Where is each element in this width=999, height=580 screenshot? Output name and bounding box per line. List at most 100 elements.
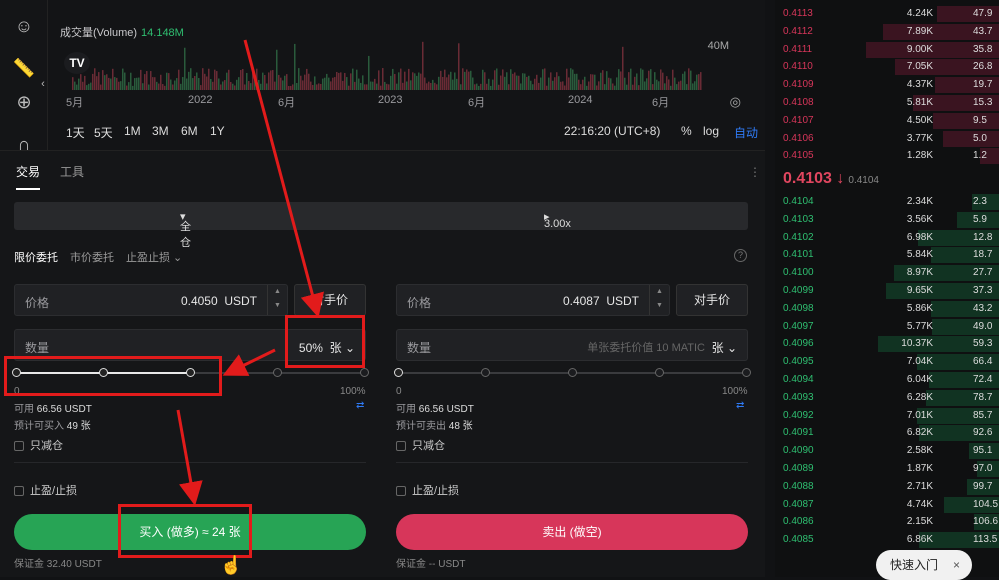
buy-counter-price-button[interactable]: 对手价: [294, 284, 366, 316]
ask-price: 0.4107: [783, 114, 814, 126]
quick-entry-button[interactable]: 快速入门 ×: [876, 550, 972, 580]
ask-row[interactable]: 0.4106 3.77K 5.0: [775, 130, 999, 148]
ask-price: 0.4110: [783, 61, 813, 73]
slider-stop[interactable]: [568, 368, 577, 377]
sell-available: 可用 66.56 USDT: [396, 404, 474, 415]
margin-mode-selector[interactable]: 全仓 ▾: [180, 210, 191, 249]
leverage-selector[interactable]: 3.00x ▸: [544, 210, 571, 230]
bid-row[interactable]: 0.4091 6.82K 92.6: [775, 424, 999, 442]
bid-row[interactable]: 0.4102 6.98K 12.8: [775, 229, 999, 247]
sell-margin: 保证金 -- USDT: [396, 559, 466, 570]
chart-option[interactable]: 自动: [734, 124, 758, 141]
collapse-icon[interactable]: ‹: [38, 72, 48, 96]
range-option[interactable]: 3M: [152, 124, 169, 138]
sell-reduce-only-checkbox[interactable]: 只减仓: [396, 437, 445, 453]
slider-stop[interactable]: [360, 368, 369, 377]
sell-price-input[interactable]: 价格 0.4087 USDT ▲ ▼: [396, 284, 670, 316]
bid-amount: 10.37K: [901, 338, 933, 350]
bid-amount: 6.82K: [906, 427, 933, 439]
tab-market-order[interactable]: 市价委托: [70, 249, 114, 265]
close-icon[interactable]: ×: [953, 550, 960, 580]
ask-row[interactable]: 0.4109 4.37K 19.7: [775, 76, 999, 94]
bid-price: 0.4086: [783, 516, 814, 528]
bid-total: 113.5: [973, 534, 998, 546]
tab-trade[interactable]: 交易: [16, 163, 41, 190]
slider-stop[interactable]: [273, 368, 282, 377]
ask-price: 0.4106: [783, 132, 814, 144]
buy-available: 可用 66.56 USDT: [14, 404, 92, 415]
buy-reduce-only-checkbox[interactable]: 只减仓: [14, 437, 63, 453]
bid-row[interactable]: 0.4088 2.71K 99.7: [775, 478, 999, 496]
swap-icon[interactable]: ⇄: [356, 400, 364, 411]
ask-amount: 9.00K: [906, 43, 933, 55]
price-stepper[interactable]: ▲ ▼: [267, 285, 287, 315]
sell-quantity-input[interactable]: 数量 单张委托价值 10 MATIC 张 ⌄: [396, 329, 748, 361]
bid-amount: 7.01K: [906, 409, 933, 421]
bid-total: 59.3: [973, 338, 993, 350]
sell-counter-price-button[interactable]: 对手价: [676, 284, 748, 316]
ask-row[interactable]: 0.4105 1.28K 1.2: [775, 147, 999, 165]
bid-row[interactable]: 0.4086 2.15K 106.6: [775, 513, 999, 531]
chart-option[interactable]: log: [703, 124, 719, 138]
ask-row[interactable]: 0.4108 5.81K 15.3: [775, 94, 999, 112]
tab-limit-order[interactable]: 限价委托: [14, 249, 58, 265]
tab-tools[interactable]: 工具: [60, 163, 84, 190]
ask-row[interactable]: 0.4111 9.00K 35.8: [775, 41, 999, 59]
bid-row[interactable]: 0.4097 5.77K 49.0: [775, 318, 999, 336]
chart-settings-icon[interactable]: ◎: [730, 94, 741, 110]
slider-stop[interactable]: [655, 368, 664, 377]
bid-row[interactable]: 0.4100 8.97K 27.7: [775, 264, 999, 282]
bid-row[interactable]: 0.4090 2.58K 95.1: [775, 442, 999, 460]
ruler-icon[interactable]: 📏: [12, 56, 36, 80]
tab-tp-sl-order[interactable]: 止盈止损 ⌄: [126, 249, 182, 265]
slider-stop[interactable]: [394, 368, 403, 377]
ask-row[interactable]: 0.4110 7.05K 26.8: [775, 58, 999, 76]
bid-row[interactable]: 0.4089 1.87K 97.0: [775, 460, 999, 478]
ask-row[interactable]: 0.4112 7.89K 43.7: [775, 23, 999, 41]
range-option[interactable]: 1天: [66, 124, 85, 141]
ask-row[interactable]: 0.4113 4.24K 47.9: [775, 5, 999, 23]
bid-row[interactable]: 0.4098 5.86K 43.2: [775, 300, 999, 318]
bid-price: 0.4103: [783, 213, 814, 225]
range-option[interactable]: 5天: [94, 124, 113, 141]
time-axis-label: 2022: [188, 94, 213, 106]
swap-icon[interactable]: ⇄: [736, 400, 744, 411]
bid-row[interactable]: 0.4092 7.01K 85.7: [775, 407, 999, 425]
buy-tp-sl-checkbox[interactable]: 止盈/止损: [14, 482, 77, 498]
bid-row[interactable]: 0.4087 4.74K 104.5: [775, 496, 999, 514]
sell-tp-sl-checkbox[interactable]: 止盈/止损: [396, 482, 459, 498]
range-option[interactable]: 1M: [124, 124, 141, 138]
slider-stop[interactable]: [481, 368, 490, 377]
bid-row[interactable]: 0.4099 9.65K 37.3: [775, 282, 999, 300]
ask-row[interactable]: 0.4107 4.50K 9.5: [775, 112, 999, 130]
bid-row[interactable]: 0.4093 6.28K 78.7: [775, 389, 999, 407]
price-stepper[interactable]: ▲ ▼: [649, 285, 669, 315]
range-option[interactable]: 1Y: [210, 124, 225, 138]
bid-price: 0.4089: [783, 463, 814, 474]
bid-amount: 1.87K: [906, 463, 933, 474]
emoji-icon[interactable]: ☺: [12, 14, 36, 38]
slider-stop[interactable]: [742, 368, 751, 377]
sell-short-button[interactable]: 卖出 (做空): [396, 514, 748, 550]
bid-row[interactable]: 0.4103 3.56K 5.9: [775, 211, 999, 229]
bid-row[interactable]: 0.4085 6.86K 113.5: [775, 531, 999, 549]
ask-amount: 4.50K: [906, 114, 933, 126]
bid-row[interactable]: 0.4104 2.34K 2.3: [775, 193, 999, 211]
ask-total: 26.8: [973, 61, 993, 73]
help-icon[interactable]: ?: [734, 249, 747, 262]
chart-option[interactable]: %: [681, 124, 692, 138]
price-chart[interactable]: 成交量(Volume) 14.148M TV 40M 5月 2022 6月 2023 6月…: [48, 0, 765, 150]
zoom-in-icon[interactable]: ⊕: [12, 90, 36, 114]
highlight-buy-button: [118, 504, 252, 558]
ask-total: 43.7: [973, 25, 993, 37]
buy-price-input[interactable]: 价格 0.4050 USDT ▲ ▼: [14, 284, 288, 316]
bid-amount: 5.86K: [906, 302, 933, 314]
range-option[interactable]: 6M: [181, 124, 198, 138]
bid-row[interactable]: 0.4094 6.04K 72.4: [775, 371, 999, 389]
bid-total: 104.5: [973, 498, 999, 510]
bid-row[interactable]: 0.4101 5.84K 18.7: [775, 246, 999, 264]
bid-row[interactable]: 0.4095 7.04K 66.4: [775, 353, 999, 371]
sell-percent-slider[interactable]: [394, 366, 751, 380]
bid-row[interactable]: 0.4096 10.37K 59.3: [775, 335, 999, 353]
more-icon[interactable]: ⋮: [749, 165, 761, 179]
